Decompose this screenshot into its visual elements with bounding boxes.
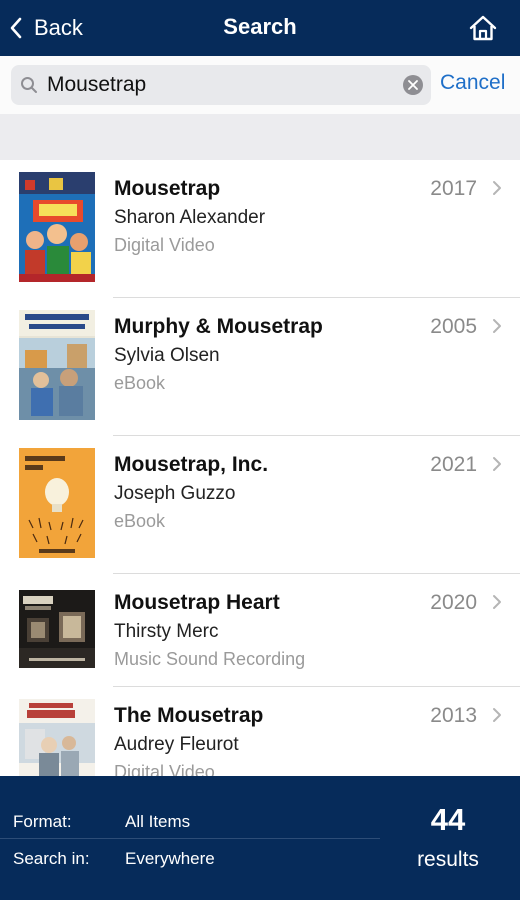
footer-divider	[0, 838, 380, 839]
chevron-right-icon	[493, 708, 501, 722]
cover-image	[19, 172, 95, 282]
page-title: Search	[223, 14, 297, 39]
result-author: Sylvia Olsen	[114, 345, 220, 366]
format-filter[interactable]: All Items	[125, 812, 190, 832]
result-title: Murphy & Mousetrap	[114, 315, 323, 338]
result-row[interactable]: Mousetrap Sharon Alexander Digital Video…	[0, 160, 520, 298]
cover-image	[19, 699, 95, 776]
search-in-label: Search in:	[13, 849, 90, 868]
result-title: Mousetrap	[114, 177, 221, 200]
result-author: Joseph Guzzo	[114, 483, 236, 504]
result-title: Mousetrap Heart	[114, 591, 280, 614]
cancel-button[interactable]: Cancel	[440, 71, 505, 95]
result-row[interactable]: The Mousetrap Audrey Fleurot Digital Vid…	[0, 687, 520, 776]
result-author: Audrey Fleurot	[114, 734, 239, 755]
result-row[interactable]: Murphy & Mousetrap Sylvia Olsen eBook 20…	[0, 298, 520, 436]
clear-search-icon[interactable]	[403, 75, 423, 95]
format-label: Format:	[13, 812, 72, 831]
result-year: 2013	[430, 704, 477, 727]
result-format: Music Sound Recording	[114, 649, 306, 669]
cover-image	[19, 590, 95, 668]
result-year: 2005	[430, 315, 477, 338]
results-list[interactable]: Mousetrap Sharon Alexander Digital Video…	[0, 160, 520, 776]
result-row[interactable]: Mousetrap Heart Thirsty Merc Music Sound…	[0, 574, 520, 687]
result-format: eBook	[114, 373, 166, 393]
result-row[interactable]: Mousetrap, Inc. Joseph Guzzo eBook 2021	[0, 436, 520, 574]
search-icon	[21, 77, 37, 93]
chevron-right-icon	[493, 319, 501, 333]
results-count: 44	[430, 802, 466, 837]
search-input[interactable]	[47, 65, 407, 105]
result-author: Thirsty Merc	[114, 621, 219, 642]
search-in-filter[interactable]: Everywhere	[125, 849, 215, 869]
result-year: 2017	[430, 177, 477, 200]
search-bar: Cancel	[0, 56, 520, 114]
cover-image	[19, 448, 95, 558]
filter-footer: Format: All Items Search in: Everywhere …	[0, 776, 520, 900]
result-format: eBook	[114, 511, 166, 531]
result-format: Digital Video	[114, 762, 215, 776]
chevron-right-icon	[493, 181, 501, 195]
result-year: 2020	[430, 591, 477, 614]
result-author: Sharon Alexander	[114, 207, 266, 228]
section-spacer	[0, 114, 520, 160]
result-year: 2021	[430, 453, 477, 476]
result-title: The Mousetrap	[114, 704, 264, 727]
home-icon[interactable]	[468, 14, 498, 42]
result-title: Mousetrap, Inc.	[114, 453, 269, 476]
results-label: results	[417, 848, 479, 871]
nav-bar: Back Search	[0, 0, 520, 56]
chevron-right-icon	[493, 457, 501, 471]
search-field[interactable]	[11, 65, 431, 105]
cover-image	[19, 310, 95, 420]
chevron-right-icon	[493, 595, 501, 609]
result-format: Digital Video	[114, 235, 215, 255]
